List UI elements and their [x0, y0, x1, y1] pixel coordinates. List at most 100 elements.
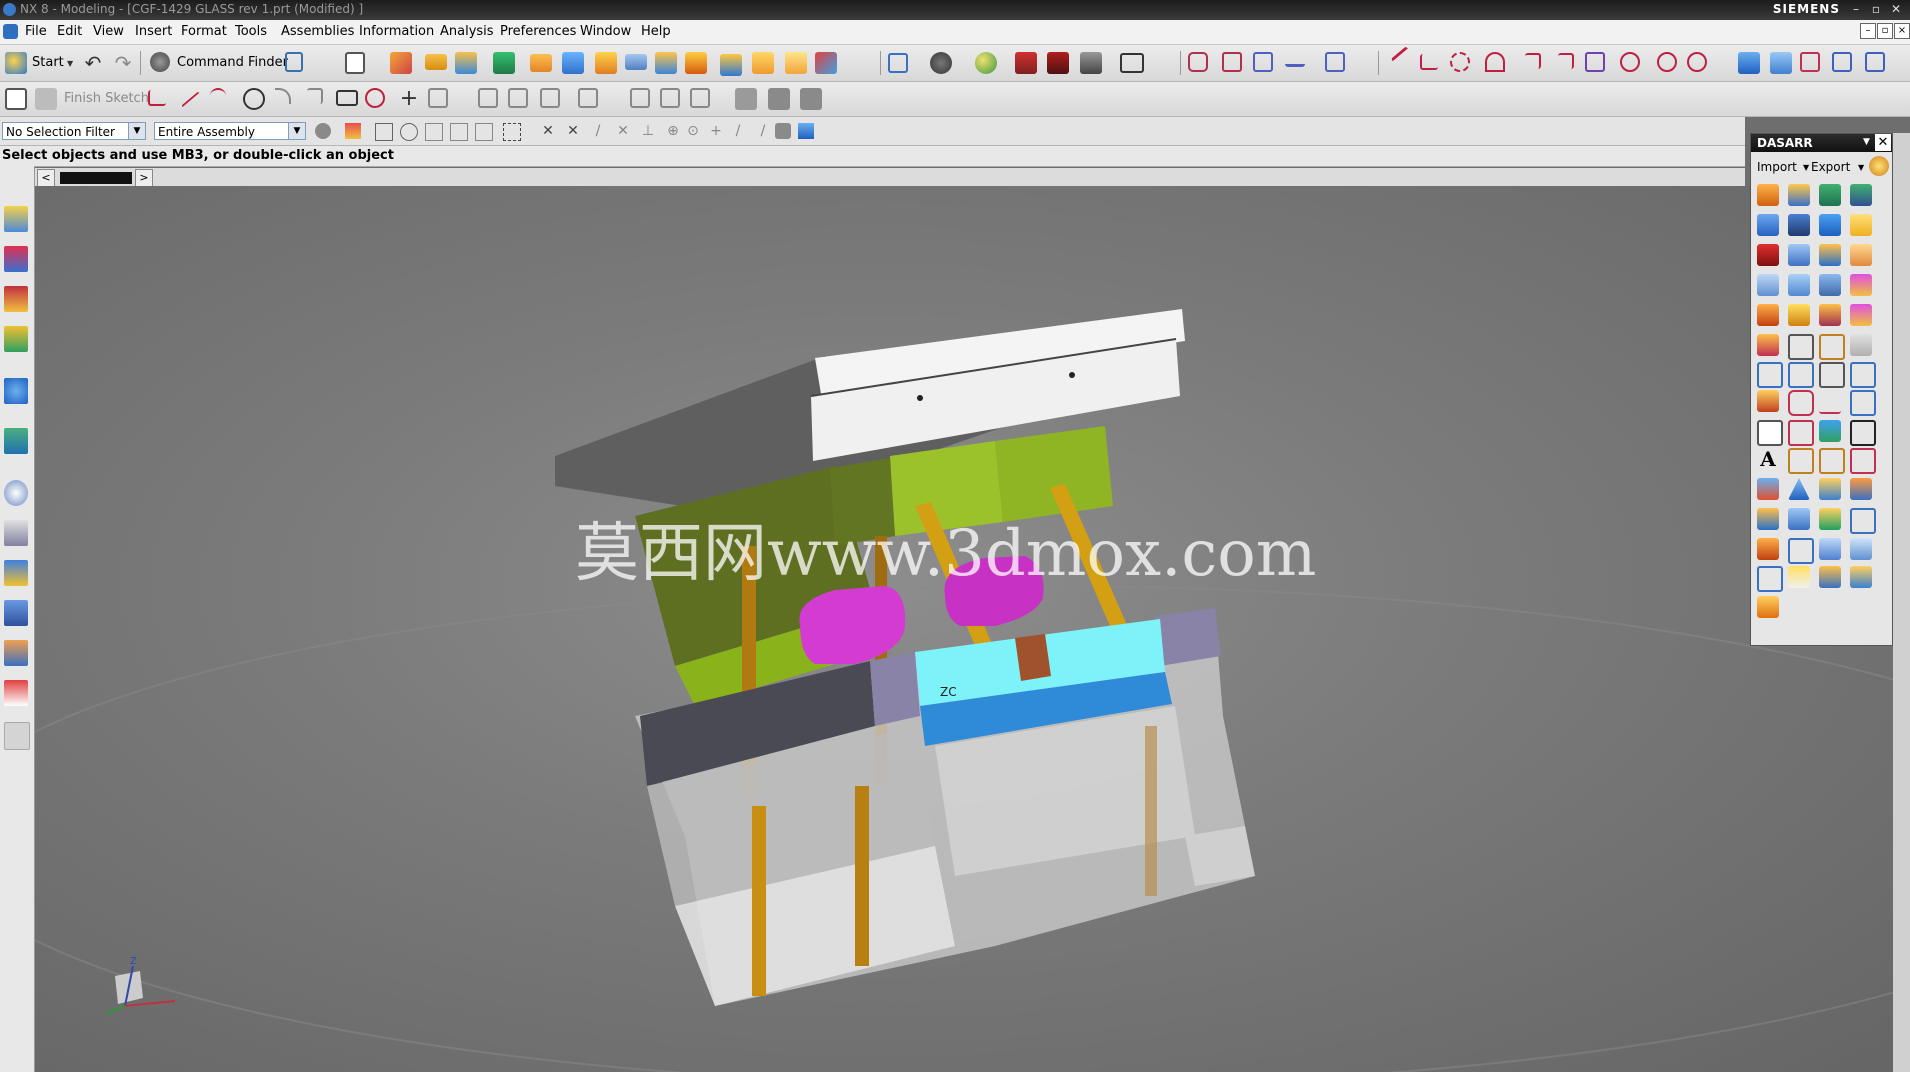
- type-filter-icon[interactable]: [345, 123, 361, 139]
- fillet-curve-icon[interactable]: [1525, 53, 1541, 69]
- hole-table-icon[interactable]: [1819, 304, 1841, 326]
- studio-spline-icon[interactable]: [365, 88, 385, 108]
- process-studio-icon[interactable]: [4, 560, 28, 586]
- plane-icon[interactable]: [1788, 420, 1814, 446]
- import-chevron-icon[interactable]: ▼: [1803, 163, 1809, 172]
- history-icon[interactable]: [4, 480, 28, 506]
- bolt-icon[interactable]: [1757, 478, 1779, 500]
- intersect-icon[interactable]: [720, 54, 742, 76]
- section-icon[interactable]: [1850, 448, 1876, 474]
- menu-tools[interactable]: Tools: [235, 24, 267, 39]
- graphics-window[interactable]: ZC 莫西网www.3dmox.com Z: [35, 186, 1910, 1072]
- replace-face-icon[interactable]: [1285, 52, 1305, 67]
- drawing-icon[interactable]: [1788, 304, 1810, 326]
- mdi-minimize-icon[interactable]: –: [1860, 23, 1876, 39]
- snap-point-on-face-icon[interactable]: /: [755, 123, 771, 139]
- cooling-icon[interactable]: [1850, 214, 1872, 236]
- web-browser-icon[interactable]: [4, 428, 28, 454]
- export-chevron-icon[interactable]: ▼: [1858, 163, 1864, 172]
- part-navigator-icon[interactable]: [4, 286, 28, 312]
- core-icon[interactable]: [1788, 274, 1810, 296]
- edge-blend-icon[interactable]: [752, 52, 774, 74]
- trim-icon[interactable]: [1788, 334, 1814, 360]
- close-icon[interactable]: ✕: [1888, 2, 1904, 17]
- wire-edm-icon[interactable]: [1850, 304, 1872, 326]
- system-materials-icon[interactable]: [4, 520, 28, 546]
- blank-sheet-icon[interactable]: [1757, 420, 1783, 446]
- isometric-icon[interactable]: [1080, 52, 1102, 74]
- parting-icon[interactable]: [1757, 274, 1779, 296]
- finish-sketch-label[interactable]: Finish Sketch: [64, 91, 149, 106]
- sketch-chamfer-icon[interactable]: [307, 88, 323, 104]
- conic-icon[interactable]: [1687, 52, 1707, 72]
- mirror-icon[interactable]: [1788, 362, 1814, 388]
- mirror-curve-icon[interactable]: [630, 88, 650, 108]
- panel-settings-icon[interactable]: [1869, 156, 1889, 176]
- command-finder-label[interactable]: Command Finder: [177, 55, 288, 70]
- sync-move-face-icon[interactable]: [1188, 52, 1208, 72]
- sketch-task-icon[interactable]: [390, 52, 412, 74]
- menu-help[interactable]: Help: [641, 24, 671, 39]
- studio-surface-icon[interactable]: [1832, 52, 1852, 72]
- undo-icon[interactable]: ↶: [82, 52, 104, 74]
- transform-icon[interactable]: [1757, 362, 1783, 388]
- show-hide-icon[interactable]: [798, 123, 814, 139]
- ellipse-icon[interactable]: [1657, 52, 1677, 72]
- mold-assembly-model[interactable]: ZC: [35, 186, 1910, 1072]
- panel-close-icon[interactable]: ✕: [1875, 134, 1891, 151]
- snap-endpoint-icon[interactable]: ✕: [540, 123, 556, 139]
- wcs-icon[interactable]: [1850, 390, 1876, 416]
- scroll-right-icon[interactable]: >: [135, 169, 153, 187]
- check-icon[interactable]: [1757, 334, 1779, 356]
- gate-icon[interactable]: [1819, 244, 1841, 266]
- arc-icon[interactable]: [1485, 52, 1505, 72]
- animate-dimension-icon[interactable]: [800, 88, 822, 110]
- spline-icon[interactable]: [1450, 52, 1470, 72]
- hole-icon[interactable]: [530, 54, 552, 72]
- draft-icon[interactable]: [1819, 334, 1845, 360]
- cone-icon[interactable]: [1788, 478, 1810, 500]
- orient-view-icon[interactable]: [1015, 52, 1037, 74]
- bom-icon[interactable]: [1757, 304, 1779, 326]
- insert-icon[interactable]: [1819, 214, 1841, 236]
- snap-midpoint-icon[interactable]: ✕: [565, 123, 581, 139]
- sketch-circle-icon[interactable]: [243, 88, 265, 110]
- menu-analysis[interactable]: Analysis: [440, 24, 494, 39]
- text-icon[interactable]: A: [1757, 448, 1779, 470]
- stack-icon[interactable]: [1850, 478, 1872, 500]
- curve-icon[interactable]: [1819, 390, 1841, 414]
- import-menu[interactable]: Import: [1757, 160, 1797, 174]
- pocket-icon[interactable]: [595, 52, 617, 74]
- new-sheet-icon[interactable]: [345, 52, 365, 74]
- hook-icon[interactable]: [1819, 566, 1841, 588]
- ruler-icon[interactable]: [1850, 334, 1872, 356]
- pull-face-icon[interactable]: [1222, 52, 1242, 72]
- mold-base-icon[interactable]: [1757, 184, 1779, 206]
- quick-extend-icon[interactable]: [508, 88, 528, 108]
- refresh-icon[interactable]: [1850, 420, 1876, 446]
- box-icon[interactable]: [1850, 566, 1872, 588]
- select-edges-icon[interactable]: [475, 123, 493, 141]
- mdi-restore-icon[interactable]: ▫: [1877, 23, 1893, 39]
- snap-bounded-grid-icon[interactable]: [775, 123, 791, 139]
- pad-icon[interactable]: [625, 54, 647, 70]
- offset-icon[interactable]: [1788, 390, 1814, 416]
- rectangle-icon[interactable]: [336, 90, 358, 106]
- assembly-navigator-icon[interactable]: [4, 206, 28, 232]
- dowel-icon[interactable]: [1788, 538, 1814, 564]
- offset-region-icon[interactable]: [1253, 52, 1273, 72]
- sketch-arc-icon[interactable]: [210, 88, 226, 104]
- select-all-icon[interactable]: [375, 123, 393, 141]
- menu-edit[interactable]: Edit: [57, 24, 82, 39]
- sprue-icon[interactable]: [1850, 184, 1872, 206]
- chevron-down-icon[interactable]: ▼: [128, 123, 145, 139]
- trimetric-icon[interactable]: [1047, 52, 1069, 74]
- start-dropdown-icon[interactable]: ▼: [67, 59, 73, 68]
- binoculars-icon[interactable]: [150, 52, 170, 72]
- start-icon[interactable]: [5, 52, 27, 74]
- constraint-navigator-icon[interactable]: [4, 246, 28, 272]
- reuse-library-icon[interactable]: [4, 326, 28, 352]
- n-sided-surface-icon[interactable]: [1800, 52, 1820, 72]
- menu-window[interactable]: Window: [580, 24, 631, 39]
- nx-menu-icon[interactable]: [3, 24, 18, 39]
